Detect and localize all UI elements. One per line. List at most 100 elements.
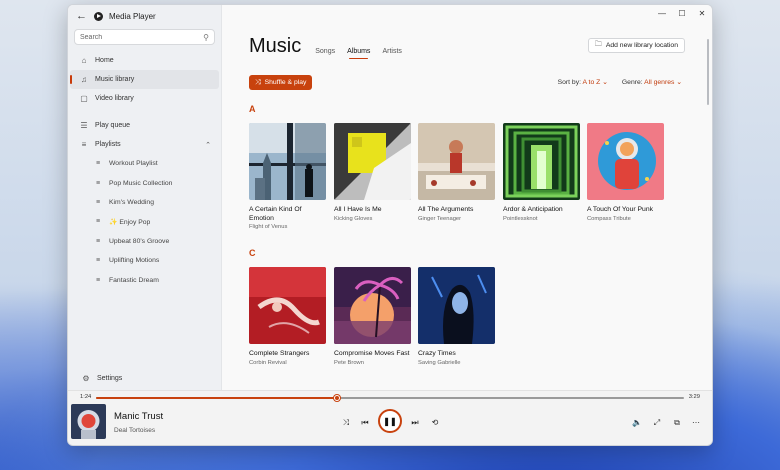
album-card[interactable]: A Certain Kind Of Emotion Flight of Venu… bbox=[249, 123, 326, 230]
shuffle-play-button[interactable]: ⤨ Shuffle & play bbox=[249, 75, 313, 90]
playlist-item-upbeat-80s[interactable]: ≡ Upbeat 80's Groove bbox=[68, 232, 221, 251]
album-cover[interactable] bbox=[249, 267, 326, 344]
playlist-item-pop-music[interactable]: ≡ Pop Music Collection bbox=[68, 173, 221, 192]
page-header: Music Songs Albums Artists bbox=[249, 35, 414, 59]
playlist-icon: ≡ bbox=[95, 237, 101, 245]
album-artist: Ginger Teenager bbox=[418, 215, 462, 222]
progress-thumb[interactable] bbox=[334, 395, 341, 401]
shuffle-icon: ⤨ bbox=[255, 78, 261, 86]
player-bar: 1:24 3:29 Manic Trust Deal Tortoises ⤨ ⏮… bbox=[68, 390, 712, 445]
sort-dropdown[interactable]: Sort by: A to Z ⌄ bbox=[558, 78, 608, 86]
app-title: Media Player bbox=[109, 11, 156, 21]
playlist-item-fantastic-dream[interactable]: ≡ Fantastic Dream bbox=[68, 270, 221, 289]
playlist-label: Kim's Wedding bbox=[109, 198, 154, 206]
sidebar-item-label: Play queue bbox=[95, 122, 131, 129]
album-cover[interactable] bbox=[503, 123, 580, 200]
titlebar: ← Media Player bbox=[68, 8, 221, 24]
tab-artists[interactable]: Artists bbox=[382, 48, 401, 55]
playlist-item-uplifting-motions[interactable]: ≡ Uplifting Motions bbox=[68, 251, 221, 270]
volume-icon[interactable]: 🔈 bbox=[631, 418, 643, 427]
tab-songs[interactable]: Songs bbox=[315, 48, 335, 55]
album-card[interactable]: Crazy Times Saving Gabrielle bbox=[418, 267, 495, 366]
album-artist: Saving Gabrielle bbox=[418, 359, 461, 366]
nav: ⌂ Home ♫ Music library ▢ Video library ☰… bbox=[68, 51, 221, 290]
previous-icon[interactable]: ⏮ bbox=[358, 418, 372, 428]
fullscreen-icon[interactable]: ⤢ bbox=[651, 418, 663, 428]
more-options-icon[interactable]: ⋯ bbox=[690, 418, 702, 427]
mini-player-icon[interactable]: ⧉ bbox=[671, 418, 683, 428]
sort-value: A to Z bbox=[582, 79, 601, 86]
now-playing-art[interactable] bbox=[71, 404, 106, 439]
playlist-label: Upbeat 80's Groove bbox=[109, 237, 170, 245]
search-icon[interactable]: ⚲ bbox=[203, 33, 209, 42]
sidebar-item-label: Settings bbox=[97, 375, 123, 382]
album-artist: Pointlessknot bbox=[503, 215, 538, 222]
album-card[interactable]: A Touch Of Your Punk Compass Tribute bbox=[587, 123, 664, 222]
shuffle-label: Shuffle & play bbox=[264, 79, 307, 86]
progress-fill bbox=[96, 397, 338, 399]
folder-add-icon: 🗀 bbox=[594, 41, 602, 48]
album-card[interactable]: Complete Strangers Corbin Revival bbox=[249, 267, 326, 366]
album-cover[interactable] bbox=[418, 123, 495, 200]
home-icon: ⌂ bbox=[81, 56, 87, 65]
progress-slider[interactable] bbox=[96, 395, 684, 401]
close-icon[interactable]: ✕ bbox=[692, 5, 712, 21]
playlist-icon: ≡ bbox=[95, 160, 101, 168]
shuffle-icon[interactable]: ⤨ bbox=[339, 418, 353, 428]
sidebar-item-label: Playlists bbox=[95, 141, 121, 148]
album-cover[interactable] bbox=[334, 123, 411, 200]
playlist-icon: ≡ bbox=[95, 179, 101, 187]
sidebar-item-play-queue[interactable]: ☰ Play queue bbox=[70, 116, 219, 135]
add-location-label: Add new library location bbox=[605, 42, 678, 49]
now-playing-artist[interactable]: Deal Tortoises bbox=[114, 427, 155, 434]
maximize-icon[interactable]: ☐ bbox=[672, 5, 692, 21]
nav-separator bbox=[68, 108, 221, 116]
scrollbar[interactable] bbox=[707, 39, 709, 105]
back-arrow-icon[interactable]: ← bbox=[76, 10, 90, 22]
playlist-item-kims-wedding[interactable]: ≡ Kim's Wedding bbox=[68, 193, 221, 212]
album-cover[interactable] bbox=[249, 123, 326, 200]
sidebar-item-video-library[interactable]: ▢ Video library bbox=[70, 89, 219, 108]
album-cover[interactable] bbox=[418, 267, 495, 344]
search-box[interactable]: ⚲ bbox=[74, 29, 215, 45]
window-controls: — ☐ ✕ bbox=[652, 5, 712, 21]
sidebar: ← Media Player ⚲ ⌂ Home ♫ Music library … bbox=[68, 5, 222, 392]
now-playing-title[interactable]: Manic Trust bbox=[114, 411, 163, 422]
album-artist: Pete Brown bbox=[334, 359, 364, 366]
sidebar-item-playlists[interactable]: ≡ Playlists ⌃ bbox=[70, 135, 219, 154]
search-input[interactable] bbox=[80, 33, 204, 41]
playlist-item-workout[interactable]: ≡ Workout Playlist bbox=[68, 154, 221, 173]
queue-icon: ☰ bbox=[80, 121, 88, 130]
main-content: — ☐ ✕ Music Songs Albums Artists 🗀 Add n… bbox=[222, 5, 712, 392]
album-card[interactable]: All I Have Is Me Kicking Gloves bbox=[334, 123, 411, 222]
sidebar-item-home[interactable]: ⌂ Home bbox=[70, 51, 219, 70]
minimize-icon[interactable]: — bbox=[652, 5, 672, 21]
album-card[interactable]: Ardor & Anticipation Pointlessknot bbox=[503, 123, 580, 222]
next-icon[interactable]: ⏭ bbox=[408, 418, 422, 428]
album-card[interactable]: All The Arguments Ginger Teenager bbox=[418, 123, 495, 222]
repeat-icon[interactable]: ⟲ bbox=[428, 418, 442, 427]
chevron-down-icon: ⌄ bbox=[602, 79, 608, 86]
sidebar-item-settings[interactable]: ⚙ Settings bbox=[72, 369, 122, 388]
sidebar-item-music-library[interactable]: ♫ Music library bbox=[70, 70, 219, 89]
album-title: A Touch Of Your Punk bbox=[587, 206, 654, 213]
genre-label: Genre: bbox=[621, 79, 643, 86]
pause-button[interactable]: ❚❚ bbox=[378, 409, 402, 433]
album-card[interactable]: Compromise Moves Fast Pete Brown bbox=[334, 267, 411, 366]
add-library-location-button[interactable]: 🗀 Add new library location bbox=[587, 38, 685, 53]
album-title: Ardor & Anticipation bbox=[503, 206, 563, 213]
playlist-label: Workout Playlist bbox=[109, 160, 158, 168]
playlist-item-enjoy-pop[interactable]: ≡ ✨ Enjoy Pop bbox=[68, 212, 221, 231]
playlist-icon: ≡ bbox=[95, 257, 101, 265]
playlist-label: Pop Music Collection bbox=[109, 179, 173, 187]
genre-value: All genres bbox=[644, 79, 675, 86]
tabs: Songs Albums Artists bbox=[315, 48, 414, 59]
music-note-icon: ♫ bbox=[81, 75, 87, 84]
total-time: 3:29 bbox=[688, 394, 700, 400]
album-cover[interactable] bbox=[587, 123, 664, 200]
chevron-up-icon[interactable]: ⌃ bbox=[205, 141, 211, 149]
genre-dropdown[interactable]: Genre: All genres ⌄ bbox=[622, 78, 682, 86]
tab-albums[interactable]: Albums bbox=[347, 48, 370, 59]
album-cover[interactable] bbox=[334, 267, 411, 344]
album-artist: Compass Tribute bbox=[587, 215, 631, 222]
